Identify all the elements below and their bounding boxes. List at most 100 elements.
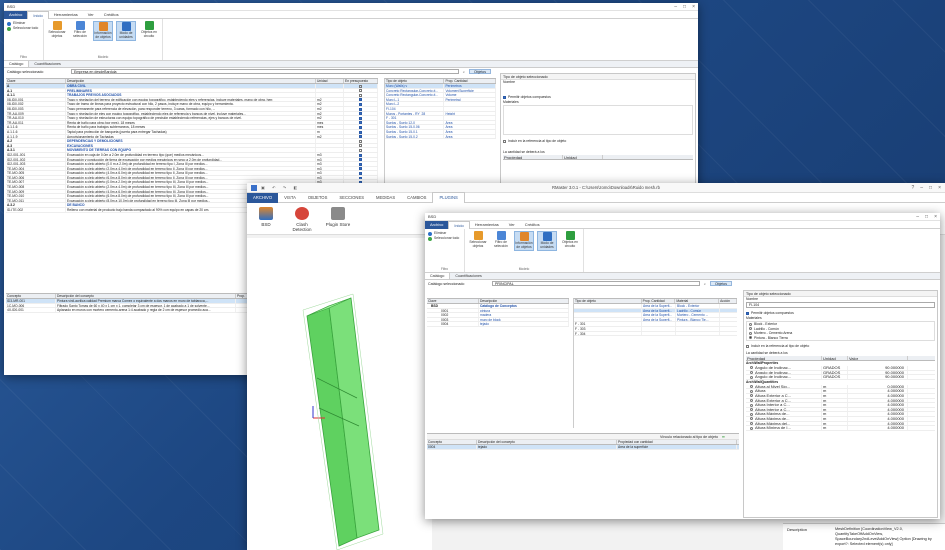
objetos-circuito-button[interactable]: Objetos en circuito <box>560 231 580 251</box>
cell-en-presupuesto[interactable] <box>344 162 378 166</box>
tab-cuantificaciones[interactable]: Cuantificaciones <box>450 273 486 279</box>
col-propiedad[interactable]: Propiedad <box>746 356 822 360</box>
col-accion[interactable]: Acción <box>719 299 737 303</box>
search-icon[interactable]: ⌕ <box>704 282 706 286</box>
cell-en-presupuesto[interactable] <box>344 116 378 120</box>
cell-en-presupuesto[interactable] <box>344 93 378 97</box>
col-unidad[interactable]: Unidad <box>822 356 848 360</box>
tab-catalogo[interactable]: Catálogo <box>4 61 30 67</box>
cell-en-presupuesto[interactable] <box>344 97 378 102</box>
incluir-referencia[interactable]: Incluir en la referencia al tipo de obje… <box>744 344 937 349</box>
close-icon[interactable]: × <box>938 185 941 191</box>
tab-cuantificaciones[interactable]: Cuantificaciones <box>29 61 65 67</box>
incluir-referencia[interactable]: Incluir en la referencia al tipo de obje… <box>501 139 695 144</box>
col-tipo-objeto[interactable]: Tipo de objeto <box>385 79 445 83</box>
cell-en-presupuesto[interactable] <box>344 175 378 180</box>
tab-ver[interactable]: Ver <box>504 221 520 229</box>
modo-unidades-button[interactable]: Modo de unidades <box>116 21 136 41</box>
cell-en-presupuesto[interactable] <box>344 111 378 116</box>
tab-archivo[interactable]: Archivo <box>425 220 449 229</box>
col-propiedad[interactable]: Propiedad <box>503 155 563 159</box>
tab-secciones[interactable]: SECCIONES <box>333 193 370 203</box>
tab-inicio[interactable]: Inicio <box>27 10 49 19</box>
col-clave[interactable]: Clave <box>427 299 479 303</box>
col-descripcion[interactable]: Descripción <box>66 79 316 83</box>
tab-ver[interactable]: Ver <box>83 11 99 19</box>
tab-catalogo[interactable]: Catálogo <box>425 273 451 279</box>
seleccionar-todo-button[interactable]: Seleccionar todo <box>7 26 40 31</box>
tab-creditos[interactable]: Créditos <box>99 11 124 19</box>
cell-en-presupuesto[interactable] <box>344 120 378 125</box>
tab-medidas[interactable]: MEDIDAS <box>370 193 401 203</box>
tab-herramientas[interactable]: Herramientas <box>470 221 504 229</box>
cell-en-presupuesto[interactable] <box>344 129 378 134</box>
clash-detection-button[interactable]: Clash Detection <box>289 207 315 232</box>
tab-objetos[interactable]: OBJETOS <box>302 193 333 203</box>
cell-en-presupuesto[interactable] <box>344 148 378 152</box>
col-unidad[interactable]: Unidad <box>563 155 603 159</box>
seleccionar-objetos-button[interactable]: Seleccionar objetos <box>468 231 488 251</box>
col-concepto[interactable]: Concepto <box>6 294 56 298</box>
cell-en-presupuesto[interactable] <box>344 171 378 175</box>
maximize-icon[interactable]: □ <box>683 4 686 10</box>
col-prop-cantidad[interactable]: Prop. Cantidad <box>444 79 496 83</box>
link-icon[interactable]: ⬌ <box>722 435 725 439</box>
bsd-plugin-button[interactable]: BSD <box>253 207 279 230</box>
quick-access-icons[interactable]: ▣ ↶ ↷ ◧ <box>261 185 300 190</box>
col-descripcion[interactable]: Descripción <box>479 299 569 303</box>
help-icon[interactable]: ? <box>911 185 914 191</box>
catalog-dropdown[interactable]: Empresa en desdeBardula <box>71 69 459 74</box>
catalog-dropdown[interactable]: PRINCIPAL <box>492 281 700 286</box>
minimize-icon[interactable]: – <box>916 214 919 220</box>
col-material[interactable]: Material <box>675 299 720 303</box>
col-clave[interactable]: Clave <box>6 79 66 83</box>
tab-archivo[interactable]: Archivo <box>4 10 28 19</box>
filtro-seleccion-button[interactable]: Filtro de selección <box>491 231 511 251</box>
cell-en-presupuesto[interactable] <box>344 143 378 148</box>
table-row[interactable]: 0004 tejado Área de la superficie <box>427 445 739 450</box>
tab-herramientas[interactable]: Herramientas <box>49 11 83 19</box>
maximize-icon[interactable]: □ <box>925 214 928 220</box>
table-row[interactable]: Altura Mínima de I... m 4.000000 <box>746 426 935 431</box>
cell-en-presupuesto[interactable] <box>344 152 378 157</box>
modo-unidades-button[interactable]: Modo de unidades <box>537 231 557 251</box>
minimize-icon[interactable]: – <box>674 4 677 10</box>
close-icon[interactable]: × <box>934 214 937 220</box>
cell-en-presupuesto[interactable] <box>344 106 378 111</box>
maximize-icon[interactable]: □ <box>929 185 932 191</box>
informacion-objetos-button[interactable]: Información de objetos <box>514 231 534 251</box>
seleccionar-todo-button[interactable]: Seleccionar todo <box>428 236 461 241</box>
table-row[interactable]: Suelos - Suelo 15-0.2 Área <box>385 134 496 140</box>
col-concepto[interactable]: Concepto <box>427 440 477 444</box>
tab-plugins[interactable]: PLUGINS <box>432 192 465 203</box>
material-option[interactable]: Pintura - Blanco Tierra <box>747 336 934 341</box>
cell-en-presupuesto[interactable] <box>344 157 378 162</box>
nombre-input[interactable]: FI-104 <box>746 302 935 308</box>
plugin-store-button[interactable]: Plugin Store <box>325 207 351 230</box>
cell-en-presupuesto[interactable] <box>344 139 378 143</box>
tab-cambios[interactable]: CAMBIOS <box>401 193 432 203</box>
col-en-presupuesto[interactable]: En presupuesto <box>344 79 378 83</box>
col-valor[interactable]: Valor <box>848 356 908 360</box>
filtro-seleccion-button[interactable]: Filtro de selección <box>70 21 90 41</box>
cell-en-presupuesto[interactable] <box>344 88 378 93</box>
cell-en-presupuesto[interactable] <box>344 166 378 171</box>
tab-creditos[interactable]: Créditos <box>520 221 545 229</box>
search-icon[interactable]: ⌕ <box>463 70 465 74</box>
table-row[interactable]: 0004 tejado <box>427 322 569 327</box>
col-descripcion-concepto[interactable]: Descripción del concepto <box>477 440 617 444</box>
tab-vista[interactable]: VISTA <box>278 193 302 203</box>
objetos-button[interactable]: Objetos <box>468 69 491 74</box>
cell-en-presupuesto[interactable] <box>344 125 378 129</box>
col-descripcion-concepto[interactable]: Descripción del concepto <box>56 294 236 298</box>
cell-en-presupuesto[interactable] <box>344 102 378 106</box>
col-unidad[interactable]: Unidad <box>316 79 344 83</box>
close-icon[interactable]: × <box>692 4 695 10</box>
col-tipo-objeto[interactable]: Tipo de objeto <box>574 299 642 303</box>
col-propiedad-cantidad[interactable]: Propiedad con cantidad <box>617 440 737 444</box>
informacion-objetos-button[interactable]: Información de objetos <box>93 21 113 41</box>
col-prop-cantidad[interactable]: Prop. Cantidad <box>642 299 676 303</box>
seleccionar-objetos-button[interactable]: Seleccionar objetos <box>47 21 67 41</box>
minimize-icon[interactable]: – <box>920 185 923 191</box>
objetos-circuito-button[interactable]: Objetos en circuito <box>139 21 159 41</box>
